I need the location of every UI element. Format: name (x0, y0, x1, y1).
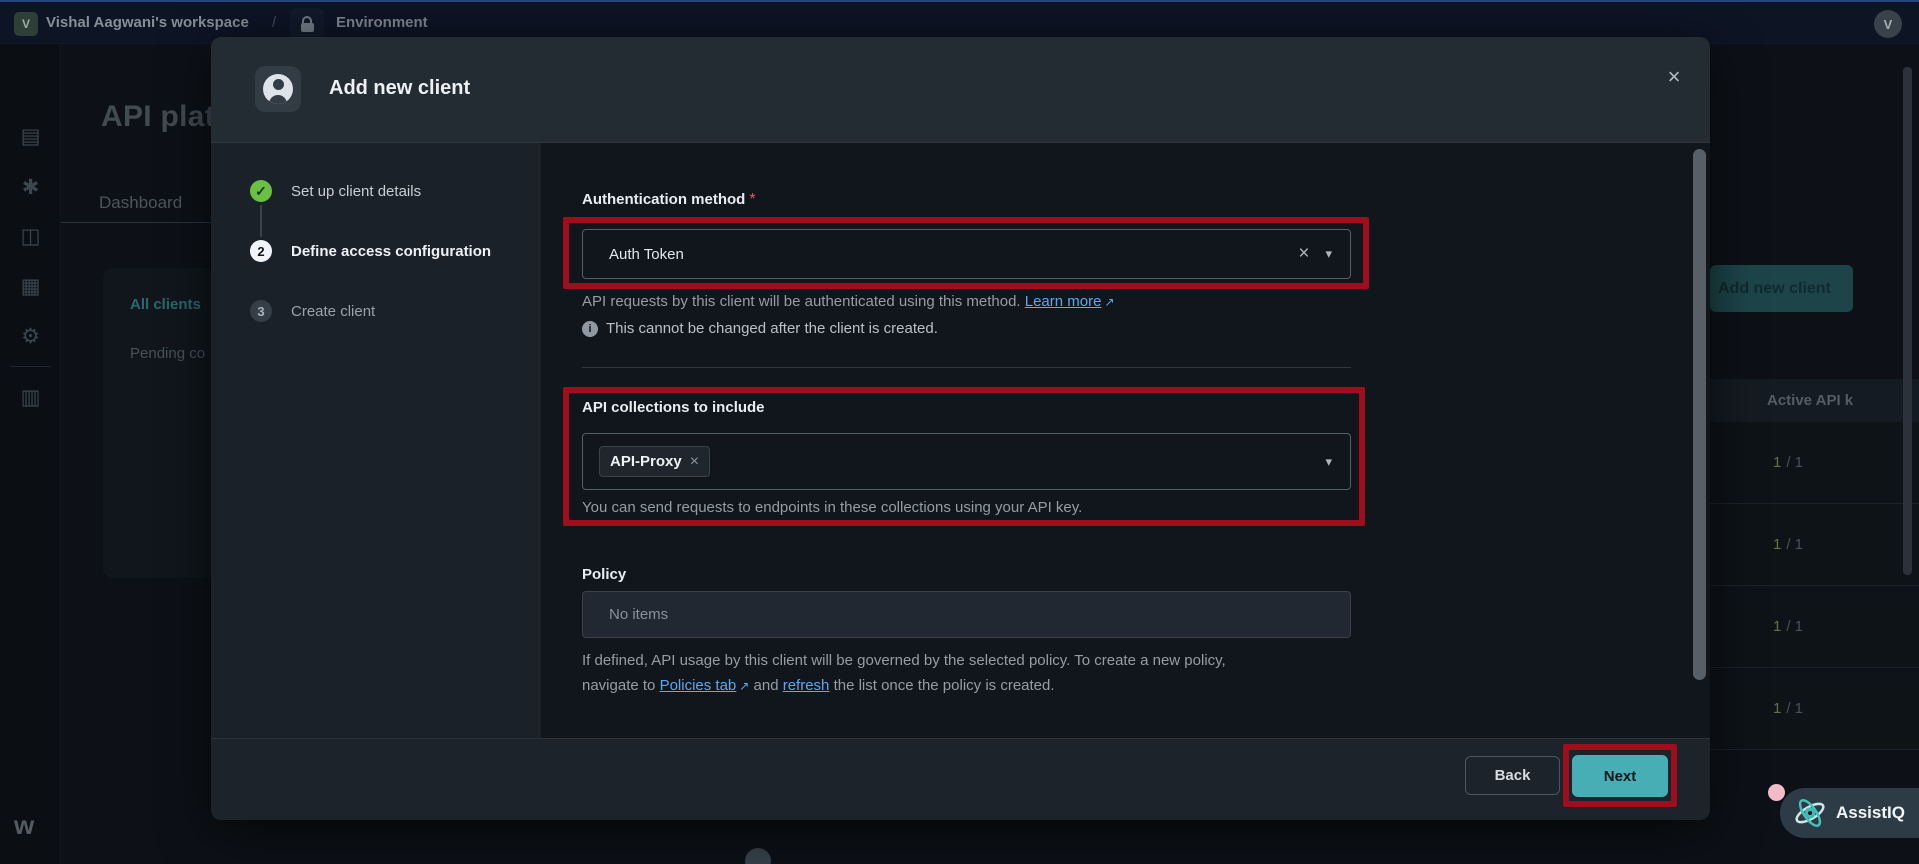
step-3-marker: 3 (250, 300, 272, 322)
info-icon: i (582, 320, 598, 337)
apps-icon[interactable]: ▦ (0, 269, 61, 303)
table-row: 1/ 1 (1710, 504, 1919, 586)
add-new-client-button[interactable]: Add new client (1710, 265, 1853, 312)
brand-logo: w (14, 810, 35, 840)
policy-label: Policy (582, 566, 627, 583)
collections-label: API collections to include (582, 399, 765, 416)
assistiq-widget[interactable]: AssistIQ (1780, 788, 1919, 838)
stepper: ✓ Set up client details 2 Define access … (211, 143, 541, 738)
auth-helper-text: API requests by this client will be auth… (582, 293, 1115, 310)
nav-pending-collections[interactable]: Pending co (130, 345, 205, 362)
app-screen: V Vishal Aagwani's workspace / Environme… (0, 0, 1919, 864)
assistiq-label: AssistIQ (1836, 803, 1905, 822)
modal-title: Add new client (329, 77, 471, 99)
sidebar: ▤ ✱ ◫ ▦ ⚙ ▥ w (0, 44, 61, 864)
environment-lock-chip[interactable] (290, 8, 324, 40)
auth-method-label: Authentication method * (582, 191, 756, 208)
add-client-modal: Add new client × ✓ Set up client details… (211, 37, 1710, 820)
modal-scrollbar[interactable] (1693, 149, 1706, 680)
table-header-active-api-keys: Active API k (1710, 379, 1919, 422)
clients-nav-card (103, 268, 223, 578)
lock-icon (302, 16, 312, 23)
auth-note: i This cannot be changed after the clien… (582, 320, 938, 337)
policy-select[interactable]: No items (582, 591, 1351, 638)
chevron-down-icon[interactable]: ▾ (1325, 246, 1332, 262)
external-link-icon: ↗ (739, 679, 750, 693)
table-row: 1/ 1 (1710, 422, 1919, 504)
atom-icon (1792, 795, 1828, 831)
modal-header: Add new client × (211, 37, 1710, 143)
page-scrollbar[interactable] (1903, 67, 1912, 575)
tab-underline (61, 222, 211, 223)
clear-icon[interactable]: × (1298, 243, 1309, 265)
environment-label[interactable]: Environment (336, 14, 428, 31)
auth-method-value: Auth Token (609, 245, 684, 263)
section-divider (582, 367, 1351, 368)
client-avatar-icon (255, 66, 301, 112)
tag-api-proxy: API-Proxy × (599, 446, 711, 477)
policy-helper-line2: navigate to Policies tab ↗ and refresh th… (582, 677, 1055, 694)
policy-helper-line1: If defined, API usage by this client wil… (582, 652, 1226, 669)
step-done-check-icon: ✓ (250, 180, 272, 202)
close-icon[interactable]: × (1659, 62, 1689, 92)
collections-multiselect[interactable]: API-Proxy × ▾ (582, 433, 1351, 490)
step-2-marker: 2 (250, 240, 272, 262)
bottom-badge (745, 848, 771, 864)
user-avatar[interactable]: V (1874, 10, 1902, 38)
collections-icon[interactable]: ▤ (0, 119, 61, 153)
docs-icon[interactable]: ◫ (0, 219, 61, 253)
step-define-access-configuration: 2 Define access configuration (250, 239, 491, 263)
policy-empty-text: No items (609, 606, 669, 623)
tag-remove-icon[interactable]: × (690, 453, 699, 471)
learn-more-link[interactable]: Learn more (1025, 293, 1102, 310)
auth-method-select[interactable]: Auth Token × ▾ (582, 229, 1351, 279)
step-connector (260, 205, 262, 237)
reports-icon[interactable]: ▥ (0, 380, 61, 414)
next-button[interactable]: Next (1572, 755, 1668, 797)
step-create-client: 3 Create client (250, 299, 375, 323)
sidebar-divider (10, 366, 51, 367)
chevron-down-icon[interactable]: ▾ (1325, 454, 1332, 470)
step-setup-client-details: ✓ Set up client details (250, 179, 421, 203)
collections-helper-text: You can send requests to endpoints in th… (582, 499, 1083, 516)
required-asterisk: * (749, 191, 756, 208)
workspace-badge[interactable]: V (14, 12, 38, 36)
policies-tab-link[interactable]: Policies tab (660, 677, 737, 694)
table-row: 1/ 1 (1710, 668, 1919, 750)
external-link-icon: ↗ (1104, 295, 1115, 309)
tools-icon[interactable]: ⚙ (0, 319, 61, 353)
refresh-link[interactable]: refresh (783, 677, 830, 694)
notification-dot (1768, 784, 1785, 801)
flows-icon[interactable]: ✱ (0, 170, 61, 204)
person-icon (263, 74, 293, 104)
workspace-name[interactable]: Vishal Aagwani's workspace (46, 14, 249, 31)
breadcrumb-separator: / (272, 14, 277, 31)
table-row: 1/ 1 (1710, 586, 1919, 668)
nav-all-clients[interactable]: All clients (130, 296, 201, 313)
tab-dashboard[interactable]: Dashboard (99, 193, 182, 213)
back-button[interactable]: Back (1465, 756, 1560, 795)
page-title: API plat (101, 100, 216, 133)
